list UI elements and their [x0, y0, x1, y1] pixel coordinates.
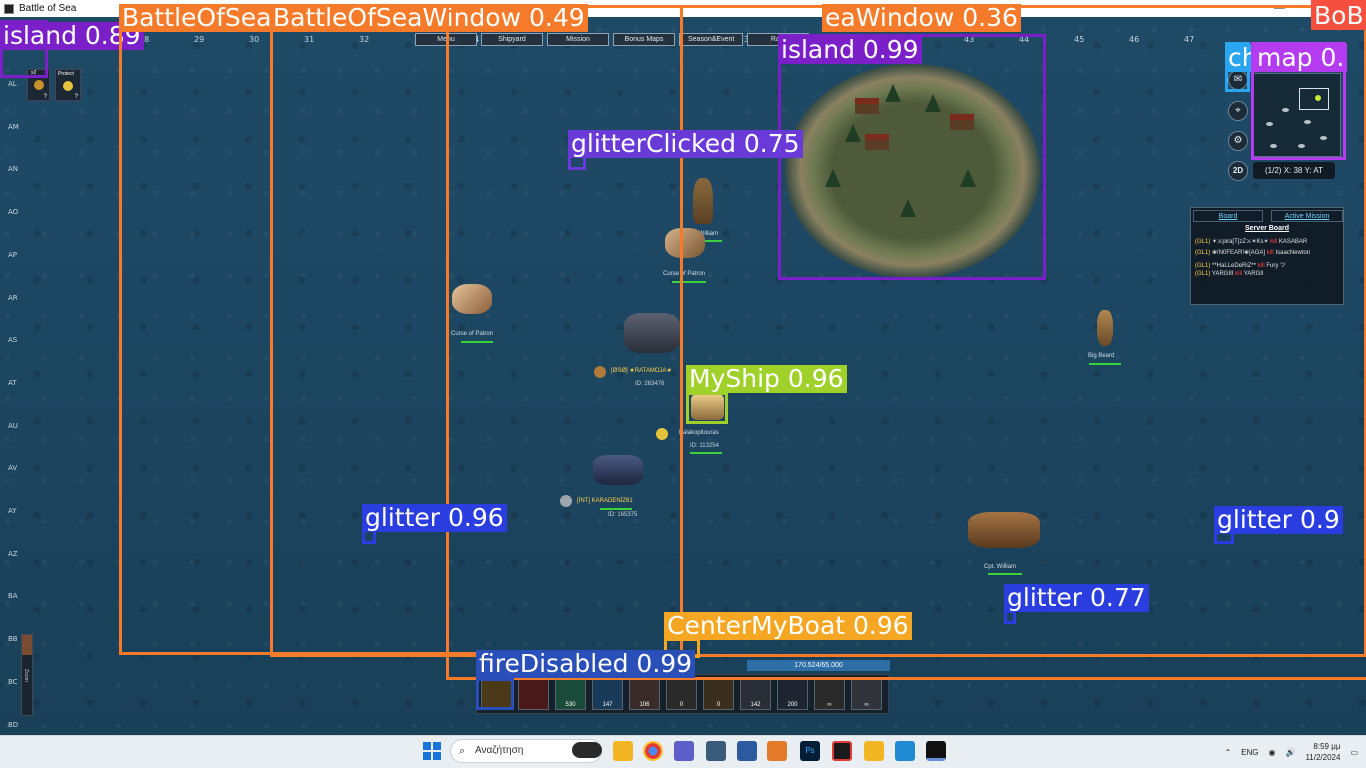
grid-row-label: AY [8, 507, 17, 515]
app-icon[interactable] [864, 741, 884, 761]
detection-label: glitter 0.96 [362, 504, 507, 532]
detection-box [686, 392, 728, 424]
grid-row-label: AU [8, 421, 18, 430]
skill-count: 0 [716, 702, 721, 708]
detection-label: map 0. [1254, 44, 1348, 72]
app-icon[interactable] [832, 741, 852, 761]
skill-slot[interactable]: 530 [555, 679, 586, 710]
coin-icon [34, 80, 44, 90]
clock-date: 11/2/2024 [1305, 753, 1341, 762]
grid-row-label: AN [8, 165, 19, 174]
shield-icon [63, 81, 73, 91]
detection-label: glitter 0.77 [1004, 584, 1149, 612]
grid-row-label: BD [8, 720, 19, 729]
detection-label: fireDisabled 0.99 [476, 650, 696, 678]
window-title: Battle of Sea [19, 3, 77, 14]
app-icon [4, 3, 14, 14]
grid-row-label: AO [8, 208, 19, 217]
game-taskbar-icon[interactable] [926, 741, 946, 761]
app-icon[interactable] [737, 741, 757, 761]
detection-label: glitter 0.9 [1214, 506, 1343, 534]
detection-label: glitterClicked 0.75 [568, 130, 803, 158]
vscode-icon[interactable] [895, 741, 915, 761]
search-placeholder: Αναζήτηση [475, 745, 524, 756]
help-badge: ? [43, 94, 47, 100]
skill-slot[interactable]: ∞ [814, 679, 845, 710]
skill-slot[interactable]: 200 [777, 679, 808, 710]
game-window: Battle of Sea — ❐ ✕ 26272829303132333435… [0, 0, 1366, 735]
detection-box [778, 34, 1046, 280]
skill-count: 200 [787, 702, 798, 708]
windows-start-icon[interactable] [423, 742, 441, 760]
skill-count: 147 [602, 702, 613, 708]
help-badge: ? [74, 94, 78, 100]
clock[interactable]: 8:59 μμ 11/2/2024 [1305, 741, 1340, 763]
grid-row-label: AP [8, 250, 18, 259]
grid-row-label: AR [8, 293, 18, 302]
network-icon[interactable]: ◉ [1268, 748, 1275, 757]
chevron-up-icon[interactable]: ⌃ [1224, 748, 1231, 757]
teams-icon[interactable] [674, 741, 694, 761]
skill-slot[interactable]: 142 [740, 679, 771, 710]
detection-label: eaWindow 0.36 [822, 4, 1021, 32]
grid-row-label: AT [8, 378, 17, 387]
chrome-icon[interactable] [643, 741, 663, 761]
detection-label: MyShip 0.96 [686, 365, 847, 393]
detection-label: BoB [1311, 2, 1366, 30]
photoshop-icon[interactable]: Ps [800, 741, 820, 761]
skill-slot[interactable]: 0 [703, 679, 734, 710]
copilot-icon[interactable] [572, 742, 602, 758]
zoom-handle[interactable] [22, 635, 32, 655]
calculator-icon[interactable] [706, 741, 726, 761]
skill-bar: 530 147 106 0 0 142 200 ∞ ∞ [476, 674, 889, 714]
grid-row-label: AS [8, 336, 18, 345]
grid-row-label: BB [8, 635, 18, 644]
file-explorer-icon[interactable] [613, 741, 633, 761]
system-tray: ⌃ ENG ◉ 🔊 8:59 μμ 11/2/2024 ▭ [1224, 737, 1358, 767]
app-icon[interactable] [767, 741, 787, 761]
zoom-slider[interactable]: Zoom [21, 634, 33, 716]
skill-slot[interactable]: 106 [629, 679, 660, 710]
zoom-label: Zoom [23, 669, 29, 682]
skill-slot[interactable]: ∞ [851, 679, 882, 710]
buff-protect[interactable]: Protect ? [55, 69, 81, 101]
notification-icon[interactable]: ▭ [1350, 748, 1358, 757]
grid-row-label: AV [8, 464, 18, 473]
grid-row-label: AL [8, 80, 17, 88]
skill-count: ∞ [827, 702, 832, 708]
volume-icon[interactable]: 🔊 [1285, 748, 1295, 757]
grid-row-label: AZ [8, 549, 18, 558]
search-icon: ⌕ [459, 745, 466, 757]
detection-box [1004, 610, 1016, 624]
skill-count: 106 [639, 702, 650, 708]
language-indicator[interactable]: ENG [1241, 748, 1258, 757]
clock-time: 8:59 μμ [1313, 742, 1341, 751]
skill-slot[interactable]: 147 [592, 679, 623, 710]
skill-count: 142 [750, 702, 761, 708]
skill-count: 0 [679, 702, 684, 708]
detection-label: CenterMyBoat 0.96 [664, 612, 912, 640]
buff-label: Protect [58, 71, 74, 77]
skill-slot[interactable] [518, 679, 549, 710]
skill-count: ∞ [864, 702, 869, 708]
detection-label: island 0.99 [778, 36, 922, 64]
skill-count: 530 [565, 702, 576, 708]
skill-slot[interactable]: 0 [666, 679, 697, 710]
grid-row-label: BC [8, 677, 18, 686]
detection-box [476, 678, 514, 710]
grid-row-label: AM [8, 122, 19, 131]
grid-row-label: BA [8, 592, 18, 601]
